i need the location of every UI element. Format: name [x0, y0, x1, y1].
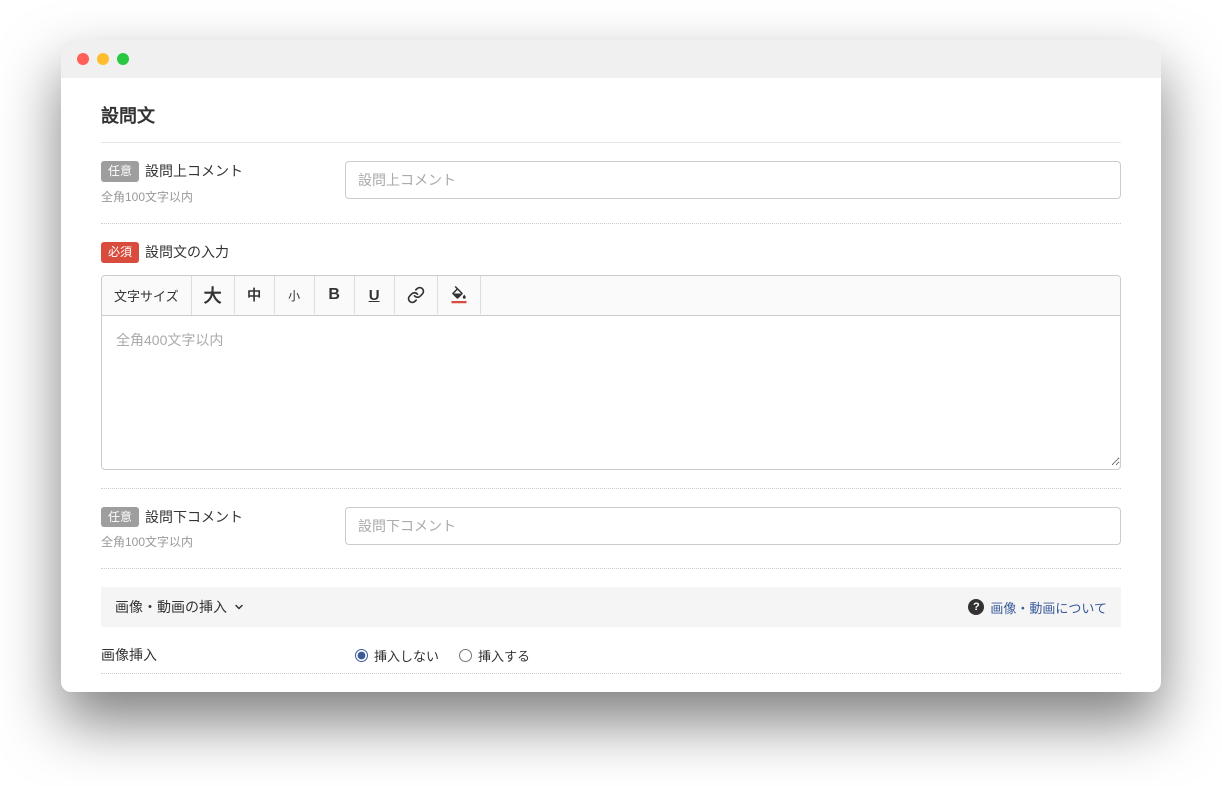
- window-close-icon[interactable]: [77, 53, 89, 65]
- paint-bucket-icon: [450, 286, 468, 304]
- section-upper-comment: 任意 設問上コメント 全角100文字以内: [101, 143, 1121, 224]
- content-area: 設問文 任意 設問上コメント 全角100文字以内 必須 設問文の入: [61, 78, 1161, 692]
- media-help-link[interactable]: 画像・動画について: [990, 598, 1107, 617]
- link-button[interactable]: [395, 276, 438, 314]
- lower-comment-label: 設問下コメント: [145, 507, 243, 527]
- upper-comment-hint: 全角100文字以内: [101, 188, 321, 205]
- section-question-body: 必須 設問文の入力 文字サイズ 大 中 小 B U: [101, 224, 1121, 489]
- image-insert-radio-group: 挿入しない 挿入する: [355, 646, 530, 665]
- media-section-toggle[interactable]: 画像・動画の挿入: [115, 597, 245, 617]
- media-section-title: 画像・動画の挿入: [115, 597, 227, 617]
- question-body-textarea[interactable]: [102, 316, 1120, 466]
- font-size-small-button[interactable]: 小: [275, 276, 315, 314]
- rich-text-editor: 文字サイズ 大 中 小 B U: [101, 275, 1121, 470]
- section-lower-comment: 任意 設問下コメント 全角100文字以内: [101, 489, 1121, 570]
- upper-comment-label: 設問上コメント: [145, 161, 243, 181]
- chevron-down-icon: [233, 601, 245, 613]
- image-insert-row: 画像挿入 挿入しない 挿入する: [101, 627, 1121, 671]
- question-body-label: 設問文の入力: [145, 242, 229, 262]
- badge-required: 必須: [101, 242, 139, 263]
- radio-option-no[interactable]: 挿入しない: [355, 646, 439, 665]
- radio-yes-input[interactable]: [459, 649, 472, 662]
- radio-no-label: 挿入しない: [374, 646, 439, 665]
- divider: [101, 673, 1121, 674]
- font-size-label: 文字サイズ: [102, 276, 192, 315]
- window-maximize-icon[interactable]: [117, 53, 129, 65]
- link-icon: [407, 286, 425, 304]
- upper-comment-input[interactable]: [345, 161, 1121, 199]
- lower-comment-input[interactable]: [345, 507, 1121, 545]
- radio-no-input[interactable]: [355, 649, 368, 662]
- font-size-medium-button[interactable]: 中: [235, 276, 275, 314]
- image-insert-label: 画像挿入: [101, 645, 331, 665]
- underline-button[interactable]: U: [355, 276, 395, 314]
- window-minimize-icon[interactable]: [97, 53, 109, 65]
- badge-optional: 任意: [101, 161, 139, 182]
- badge-optional: 任意: [101, 507, 139, 528]
- underline-icon: U: [369, 287, 380, 304]
- media-section-header: 画像・動画の挿入 ? 画像・動画について: [101, 587, 1121, 627]
- radio-yes-label: 挿入する: [478, 646, 530, 665]
- bold-icon: B: [328, 286, 340, 304]
- text-color-button[interactable]: [438, 276, 481, 314]
- bold-button[interactable]: B: [315, 276, 355, 314]
- font-size-large-button[interactable]: 大: [192, 276, 235, 314]
- radio-option-yes[interactable]: 挿入する: [459, 646, 530, 665]
- window-titlebar: [61, 40, 1161, 78]
- help-icon: ?: [968, 599, 984, 615]
- browser-window: 設問文 任意 設問上コメント 全角100文字以内 必須 設問文の入: [61, 40, 1161, 692]
- page-title: 設問文: [101, 102, 1121, 143]
- editor-toolbar: 文字サイズ 大 中 小 B U: [102, 276, 1120, 316]
- lower-comment-hint: 全角100文字以内: [101, 533, 321, 550]
